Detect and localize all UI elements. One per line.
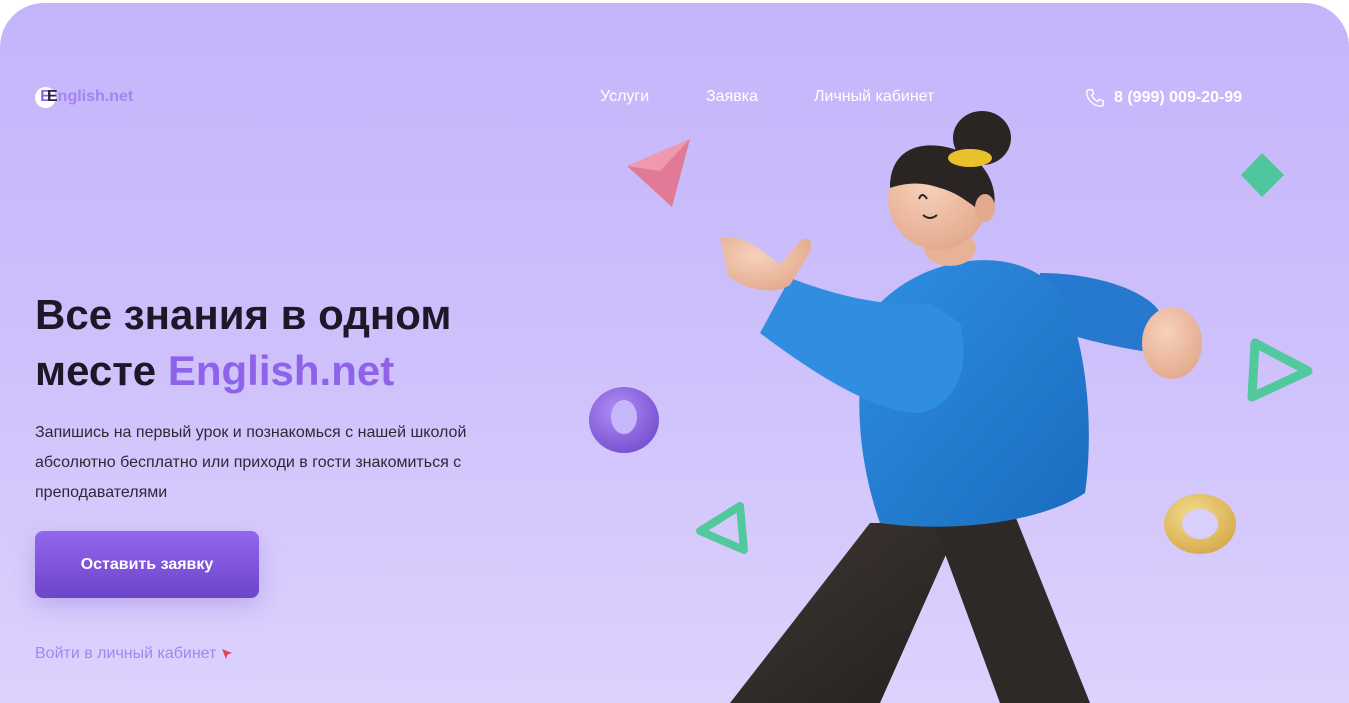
character-illustration [720,111,1202,703]
login-link-label: Войти в личный кабинет [35,645,217,662]
nav-link-account[interactable]: Личный кабинет [814,88,934,106]
pink-cone-shape [627,139,690,207]
logo-first-letter: E [47,88,58,105]
green-triangle-small-shape [696,502,748,554]
hero-subtitle: Запишись на первый урок и познакомься с … [35,424,467,501]
green-triangle-large-shape [1247,338,1313,402]
hero-title-line2: месте [35,347,168,394]
green-cube-shape [1241,153,1284,197]
hero-title-accent: English.net [167,347,395,394]
phone-number: 8 (999) 009-20-99 [1114,89,1243,106]
logo-text: English.net [47,88,133,106]
hero-section: E English.net Услуги Заявка Личный кабин… [0,3,1349,703]
logo-rest: nglish.net [57,88,134,105]
hero-title: Все знания в одном месте English.net [35,287,555,399]
login-link[interactable]: Войти в личный кабинет [35,645,234,663]
logo[interactable]: E English.net [35,85,133,109]
submit-application-button[interactable]: Оставить заявку [35,531,259,598]
nav-link-application[interactable]: Заявка [706,88,758,106]
hero-title-line1: Все знания в одном [35,291,452,338]
nav-link-services[interactable]: Услуги [600,88,649,106]
phone-contact[interactable]: 8 (999) 009-20-99 [1084,87,1242,109]
phone-icon [1086,89,1104,107]
